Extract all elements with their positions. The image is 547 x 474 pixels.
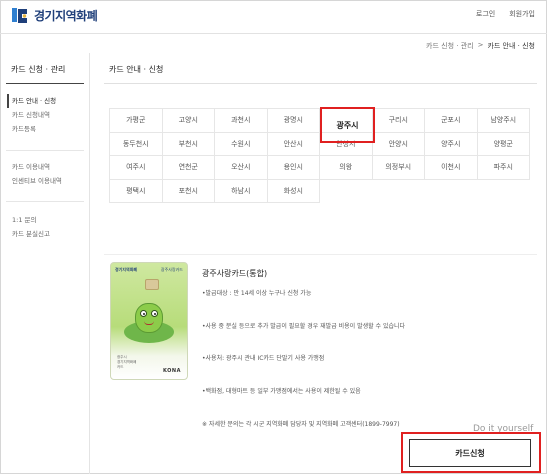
city-hwaseong[interactable]: 화성시 (266, 178, 320, 203)
city-gunpo[interactable]: 군포시 (424, 108, 478, 133)
frog-eye-icon (151, 310, 158, 317)
section-divider (104, 254, 537, 255)
city-goyang[interactable]: 고양시 (161, 108, 215, 133)
city-namyangju[interactable]: 남양주시 (476, 108, 530, 133)
logo-mark-icon (11, 6, 30, 25)
city-yeoncheon[interactable]: 연천군 (161, 155, 215, 180)
sidebar-item-card-register[interactable]: 카드등록 (12, 122, 56, 136)
card-info-usage: •사용처: 광주시 관내 IC카드 단말기 사용 가맹점 (202, 355, 325, 362)
city-yongin[interactable]: 용인시 (266, 155, 320, 180)
sidebar-title-divider (6, 83, 84, 84)
breadcrumb-separator: > (477, 41, 484, 49)
city-pocheon[interactable]: 포천시 (161, 178, 215, 203)
city-uijeongbu[interactable]: 의정부시 (371, 155, 425, 180)
city-ansan[interactable]: 안산시 (266, 131, 320, 156)
city-uiwang[interactable]: 의왕 (319, 155, 373, 180)
sidebar-item-lost-card[interactable]: 카드 분실신고 (12, 227, 50, 241)
logo-text: 경기지역화폐 (34, 9, 98, 23)
top-links: 로그인 회원가입 (476, 9, 535, 19)
sidebar-item-application-history[interactable]: 카드 신청내역 (12, 108, 56, 122)
city-hanam[interactable]: 하남시 (214, 178, 268, 203)
breadcrumb-item-card-management[interactable]: 카드 신청 · 관리 (426, 41, 474, 51)
sidebar-group-card: 카드 안내 · 신청 카드 신청내역 카드등록 (7, 94, 56, 136)
card-image-lower-text: 광주시 경기지역화폐 카드 (117, 355, 137, 369)
card-info-eligibility: •발급대상 : 만 14세 이상 누구나 신청 가능 (202, 290, 312, 297)
sidebar-item-card-usage[interactable]: 카드 이용내역 (12, 160, 62, 174)
sidebar-item-card-guide[interactable]: 카드 안내 · 신청 (7, 94, 56, 108)
card-info-reissue: •사용 중 분실 등으로 추가 발급이 필요할 경우 재발급 비용이 발생할 수… (202, 323, 406, 330)
card-brand-logo: KONA (163, 368, 181, 374)
logo[interactable]: 경기지역화폐 (11, 6, 98, 25)
sidebar-group-usage: 카드 이용내역 인센티브 이용내역 (12, 160, 62, 188)
card-image: 경기지역화폐 광주사랑카드 광주시 경기지역화폐 카드 KONA (110, 262, 188, 380)
city-row: 평택시 포천시 하남시 화성시 (109, 178, 537, 203)
frog-eye-icon (140, 310, 147, 317)
sidebar-divider (6, 150, 84, 151)
city-guri[interactable]: 구리시 (371, 108, 425, 133)
frog-mascot-illustration (135, 303, 163, 333)
city-pyeongtaek[interactable]: 평택시 (109, 178, 163, 203)
card-info-contact: ※ 자세한 문의는 각 시군 지역화폐 담당자 및 지역화폐 고객센터(1899… (202, 421, 400, 428)
breadcrumb: 카드 신청 · 관리 > 카드 안내 · 신청 (426, 41, 535, 51)
sidebar: 카드 신청 · 관리 카드 안내 · 신청 카드 신청내역 카드등록 카드 이용… (0, 53, 90, 474)
city-dongducheon[interactable]: 동두천시 (109, 131, 163, 156)
breadcrumb-item-current: 카드 안내 · 신청 (487, 42, 535, 50)
title-divider (104, 83, 537, 84)
card-info-restriction: •백화점, 대형마트 등 일부 가맹점에서는 사용이 제한될 수 있음 (202, 388, 361, 395)
city-yangju[interactable]: 양주시 (424, 131, 478, 156)
card-chip-icon (145, 279, 159, 290)
card-name: 광주사랑카드(통합) (202, 269, 268, 278)
sidebar-group-support: 1:1 문의 카드 분실신고 (12, 213, 50, 241)
city-paju[interactable]: 파주시 (476, 155, 530, 180)
sidebar-item-inquiry[interactable]: 1:1 문의 (12, 213, 50, 227)
login-link[interactable]: 로그인 (476, 9, 495, 19)
city-gapyeong[interactable]: 가평군 (109, 108, 163, 133)
frog-mouth-icon (144, 321, 154, 325)
selected-city-label[interactable]: 광주시 (320, 107, 375, 143)
card-image-issuer-text: 경기지역화폐 (115, 267, 138, 272)
city-osan[interactable]: 오산시 (214, 155, 268, 180)
city-row: 여주시 연천군 오산시 용인시 의왕 의정부시 이천시 파주시 (109, 155, 537, 180)
city-yeoju[interactable]: 여주시 (109, 155, 163, 180)
city-bucheon[interactable]: 부천시 (161, 131, 215, 156)
sidebar-divider (6, 201, 84, 202)
city-icheon[interactable]: 이천시 (424, 155, 478, 180)
signup-link[interactable]: 회원가입 (509, 9, 535, 19)
city-gwangmyeong[interactable]: 광명시 (266, 108, 320, 133)
sidebar-title: 카드 신청 · 관리 (11, 65, 66, 74)
card-image-card-name-text: 광주사랑카드 (160, 267, 183, 272)
city-gwacheon[interactable]: 과천시 (214, 108, 268, 133)
city-yangpyeong[interactable]: 양평군 (476, 131, 530, 156)
sidebar-item-incentive-usage[interactable]: 인센티브 이용내역 (12, 174, 62, 188)
city-suwon[interactable]: 수원시 (214, 131, 268, 156)
page-title: 카드 안내 · 신청 (109, 65, 164, 74)
apply-button-highlight (401, 432, 541, 473)
header: 경기지역화폐 로그인 회원가입 (0, 0, 547, 34)
city-anyang[interactable]: 안양시 (371, 131, 425, 156)
